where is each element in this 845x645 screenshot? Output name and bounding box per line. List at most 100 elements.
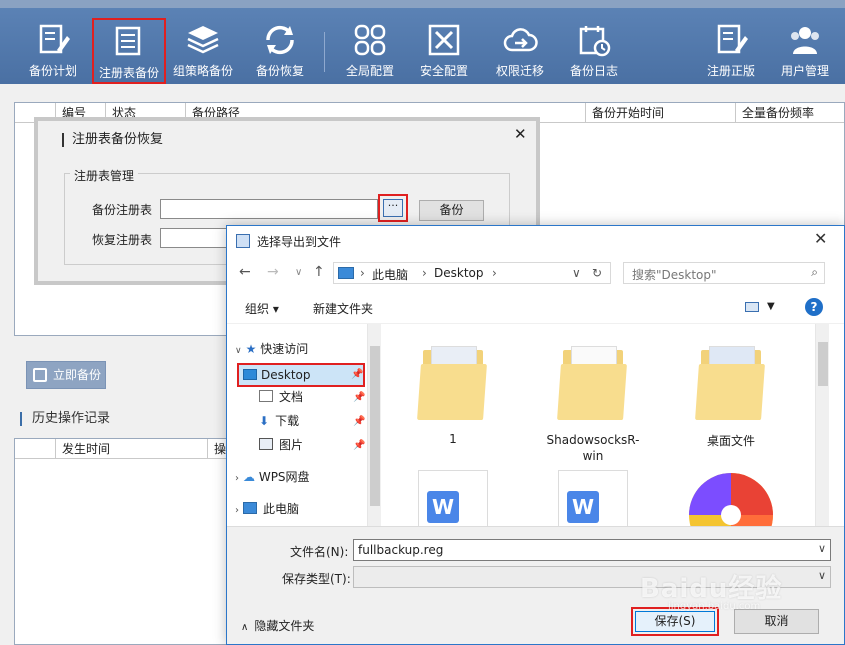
column-header[interactable]: 全量备份频率 <box>735 103 845 123</box>
view-options-icon[interactable] <box>745 302 759 312</box>
document-list-icon <box>115 26 141 56</box>
close-icon[interactable]: ✕ <box>814 229 827 248</box>
toolbar-register[interactable]: 注册正版 <box>694 18 768 84</box>
backup-registry-label: 备份注册表 <box>92 203 153 217</box>
folder-icon <box>417 342 487 420</box>
registry-group-title: 注册表管理 <box>70 167 139 184</box>
toolbar-security-config[interactable]: 安全配置 <box>407 18 481 84</box>
file-dialog-title: 选择导出到文件 <box>257 235 342 249</box>
filename-input[interactable]: fullbackup.reg ∨ <box>353 539 831 561</box>
nav-quick-access[interactable]: ∨ ★ 快速访问 <box>235 338 308 360</box>
search-placeholder: 搜索"Desktop" <box>632 268 717 282</box>
column-header[interactable]: 发生时间 <box>55 439 207 459</box>
pin-icon: 📌 <box>351 369 364 380</box>
toolbar-backup-log[interactable]: 备份日志 <box>557 18 631 84</box>
restore-registry-input[interactable] <box>160 228 230 248</box>
nav-scrollbar[interactable] <box>367 324 381 526</box>
chevron-down-icon[interactable]: ∨ <box>572 266 581 280</box>
copy-icon <box>33 368 47 382</box>
file-dialog-navbar: ← → ∨ ↑ › 此电脑 › Desktop › ∨ ↻ 搜索"Desktop… <box>227 256 844 290</box>
hide-folders-toggle[interactable]: ∧ 隐藏文件夹 <box>241 617 314 634</box>
pin-icon: 📌 <box>353 416 366 427</box>
watermark-logo: Baidu经验 jingyan.baidu.com <box>640 568 782 612</box>
new-folder-button[interactable]: 新建文件夹 <box>313 300 373 317</box>
toolbar-registry-backup[interactable]: 注册表备份 <box>92 18 166 84</box>
toolbar-label: 全局配置 <box>345 64 394 78</box>
toolbar-user-management[interactable]: 用户管理 <box>768 18 842 84</box>
nav-scrollbar-thumb[interactable] <box>370 346 380 506</box>
toolbar-permission-migration[interactable]: 权限迁移 <box>483 18 557 84</box>
folder-item[interactable]: 1 <box>398 342 508 446</box>
chevron-down-icon[interactable]: ∨ <box>818 542 826 555</box>
nav-this-pc-label: 此电脑 <box>263 502 300 516</box>
registry-dialog-title: 注册表备份恢复 <box>62 133 163 147</box>
watermark-brand: Baidu经验 <box>640 574 783 604</box>
file-dialog-titlebar: 选择导出到文件 ✕ <box>227 226 844 256</box>
backup-now-button[interactable]: 立即备份 <box>26 361 106 389</box>
toolbar-separator <box>324 32 325 72</box>
toolbar-label: 备份计划 <box>28 64 77 78</box>
folder-item[interactable]: 桌面文件 <box>676 342 786 449</box>
browse-button[interactable]: ··· <box>378 194 408 222</box>
chevron-right-icon: › <box>235 473 239 484</box>
refresh-icon[interactable]: ↻ <box>592 266 602 280</box>
toolbar-global-config[interactable]: 全局配置 <box>333 18 407 84</box>
recent-dropdown-icon[interactable]: ∨ <box>295 267 302 278</box>
backup-button[interactable]: 备份 <box>419 200 484 221</box>
files-pane: 1 ShadowsocksR-win 桌面文件 W W <box>384 324 829 526</box>
file-name: 桌面文件 <box>706 434 755 448</box>
backup-registry-input[interactable] <box>160 199 378 219</box>
nav-wps-cloud[interactable]: › ☁ WPS网盘 <box>235 466 310 488</box>
nav-downloads[interactable]: ⬇ 下载 <box>259 410 299 432</box>
toolbar-group-policy[interactable]: 组策略备份 <box>166 18 240 84</box>
cancel-button[interactable]: 取消 <box>734 609 819 634</box>
chevron-down-icon[interactable]: ∨ <box>818 569 826 582</box>
files-scrollbar[interactable] <box>815 324 829 526</box>
pin-icon: 📌 <box>353 440 366 451</box>
file-item[interactable]: W <box>398 470 508 526</box>
close-icon[interactable]: ✕ <box>514 125 527 143</box>
file-item[interactable]: W <box>538 470 648 526</box>
history-title: 历史操作记录 <box>20 412 110 426</box>
main-toolbar: 备份计划 注册表备份 组策略备份 备份恢复 全局配置 安全配置 权限迁移 备份日… <box>0 0 845 84</box>
wps-document-icon: W <box>418 470 488 526</box>
download-icon: ⬇ <box>259 414 270 428</box>
file-item[interactable] <box>676 470 786 526</box>
toolbar-backup-plan[interactable]: 备份计划 <box>16 18 90 84</box>
nav-pictures[interactable]: 图片 <box>259 434 303 456</box>
help-icon[interactable]: ? <box>805 298 823 316</box>
back-arrow-icon[interactable]: ← <box>239 264 251 280</box>
nav-quick-access-label: 快速访问 <box>260 342 309 356</box>
nav-documents-label: 文档 <box>279 390 304 404</box>
breadcrumb-separator: › <box>422 266 427 280</box>
toolbar-label: 权限迁移 <box>495 64 544 78</box>
organize-button[interactable]: 组织 ▾ <box>245 300 279 317</box>
search-input[interactable]: 搜索"Desktop" ⌕ <box>623 262 825 284</box>
edit-list-icon <box>717 24 748 54</box>
address-bar[interactable]: › 此电脑 › Desktop › ∨ ↻ <box>333 262 611 284</box>
navigation-pane: ∨ ★ 快速访问 文档 📌 ⬇ 下载 📌 图片 📌 › ☁ WPS网盘 › 此电脑 <box>227 324 382 526</box>
chevron-down-icon[interactable]: ▼ <box>767 301 775 312</box>
toolbar-label: 用户管理 <box>780 64 829 78</box>
files-scrollbar-thumb[interactable] <box>818 342 828 386</box>
file-name: ShadowsocksR-win <box>546 433 640 463</box>
toolbar-label: 组策略备份 <box>172 64 233 78</box>
toolbar-label: 备份恢复 <box>255 64 304 78</box>
users-icon <box>791 27 819 54</box>
backup-now-label: 立即备份 <box>53 368 102 382</box>
nav-this-pc[interactable]: › 此电脑 <box>235 498 299 520</box>
nav-documents[interactable]: 文档 <box>259 386 303 408</box>
toolbar-backup-restore[interactable]: 备份恢复 <box>243 18 317 84</box>
breadcrumb-desktop[interactable]: Desktop <box>434 266 484 280</box>
folder-item[interactable]: ShadowsocksR-win <box>538 342 648 464</box>
column-header[interactable]: 备份开始时间 <box>585 103 735 123</box>
forward-arrow-icon[interactable]: → <box>267 264 279 280</box>
search-icon: ⌕ <box>811 265 818 279</box>
nav-desktop-selected[interactable]: Desktop 📌 <box>237 363 365 387</box>
edit-list-icon <box>39 24 70 54</box>
pin-icon: 📌 <box>353 392 366 403</box>
nav-desktop-label: Desktop <box>261 368 311 382</box>
up-arrow-icon[interactable]: ↑ <box>313 264 325 280</box>
breadcrumb-this-pc[interactable]: 此电脑 <box>372 266 408 283</box>
folder-icon <box>557 342 627 420</box>
